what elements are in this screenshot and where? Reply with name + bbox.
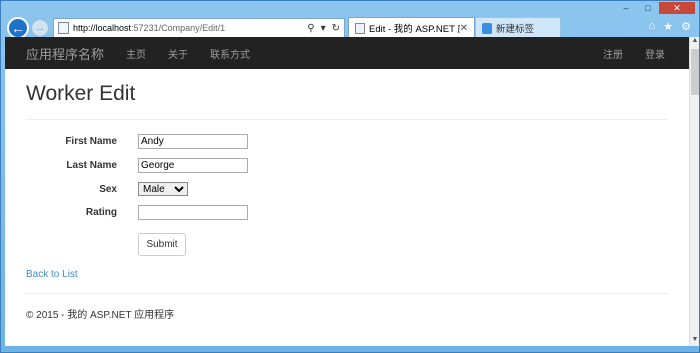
gear-icon[interactable]: ⚙ <box>681 20 691 33</box>
minimize-icon[interactable]: – <box>615 2 637 14</box>
page-icon <box>355 22 365 34</box>
nav-home[interactable]: 主页 <box>126 46 146 61</box>
back-button[interactable]: ← <box>7 17 29 39</box>
site-navbar: 应用程序名称 主页 关于 联系方式 注册 登录 <box>5 37 689 69</box>
divider <box>26 119 668 120</box>
tab-label: Edit - 我的 ASP.NET 应用... <box>369 24 460 35</box>
nav-register[interactable]: 注册 <box>603 46 623 61</box>
nav-contact[interactable]: 联系方式 <box>210 46 250 61</box>
rating-label: Rating <box>85 207 117 218</box>
sex-label: Sex <box>99 183 117 195</box>
scrollbar-thumb[interactable] <box>691 49 699 95</box>
scroll-down-icon[interactable]: ▼ <box>690 336 700 346</box>
address-bar[interactable]: http://localhost:57231/Company/Edit/1 ⚲ … <box>53 18 345 38</box>
chevron-down-icon[interactable]: ▾ <box>321 23 326 34</box>
tab-new[interactable]: 新建标签 <box>475 17 561 38</box>
back-to-list-link[interactable]: Back to List <box>26 269 668 280</box>
window-controls: – □ ✕ <box>615 2 695 14</box>
sex-select[interactable]: Male <box>138 182 188 196</box>
home-icon[interactable]: ⌂ <box>649 20 656 33</box>
tab-label: 新建标签 <box>496 24 535 35</box>
page-viewport: 应用程序名称 主页 关于 联系方式 注册 登录 Worker Edit Firs… <box>5 37 689 346</box>
submit-button[interactable]: Submit <box>138 233 186 256</box>
footer-text: © 2015 - 我的 ASP.NET 应用程序 <box>26 310 175 321</box>
refresh-icon[interactable]: ↻ <box>332 23 340 34</box>
forward-button[interactable]: → <box>31 19 49 37</box>
maximize-icon[interactable]: □ <box>637 2 659 14</box>
close-window-icon[interactable]: ✕ <box>659 2 695 14</box>
vertical-scrollbar[interactable]: ▲ ▼ <box>689 37 699 346</box>
page-icon <box>58 22 69 34</box>
browser-tools: ⌂ ★ ⚙ <box>649 20 691 33</box>
new-tab-icon <box>482 22 492 34</box>
search-icon[interactable]: ⚲ <box>307 23 314 34</box>
scroll-up-icon[interactable]: ▲ <box>690 37 700 47</box>
last-name-field[interactable] <box>138 158 248 173</box>
tab-edit[interactable]: Edit - 我的 ASP.NET 应用... ✕ <box>348 17 475 38</box>
star-icon[interactable]: ★ <box>663 20 673 33</box>
brand-link[interactable]: 应用程序名称 <box>26 44 104 63</box>
first-name-label: First Name <box>65 136 117 147</box>
close-tab-icon[interactable]: ✕ <box>460 23 468 34</box>
nav-about[interactable]: 关于 <box>168 46 188 61</box>
rating-field[interactable] <box>138 205 248 220</box>
divider <box>26 293 668 294</box>
last-name-label: Last Name <box>66 160 117 171</box>
page-title: Worker Edit <box>26 82 136 105</box>
nav-login[interactable]: 登录 <box>645 46 665 61</box>
first-name-field[interactable] <box>138 134 248 149</box>
worker-edit-form: First Name Last Name Sex Male Rating Sub… <box>26 134 668 256</box>
address-url[interactable]: http://localhost:57231/Company/Edit/1 <box>73 23 307 33</box>
